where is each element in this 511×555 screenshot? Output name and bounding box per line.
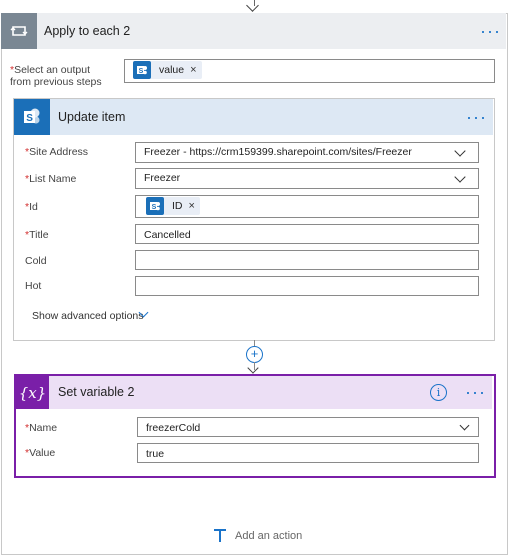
- apply-to-each-more-button[interactable]: ···: [480, 13, 501, 49]
- title-input[interactable]: Cancelled: [135, 224, 479, 244]
- sharepoint-icon: S: [14, 99, 50, 135]
- value-token-remove-button[interactable]: ×: [190, 64, 201, 76]
- chevron-down-icon: [459, 420, 470, 431]
- site-address-dropdown[interactable]: Freezer - https://crm159399.sharepoint.c…: [135, 142, 479, 163]
- site-address-label: *Site Address: [25, 146, 89, 158]
- title-label: *Title: [25, 229, 49, 241]
- list-name-label: *List Name: [25, 173, 77, 185]
- hot-input[interactable]: [135, 276, 479, 296]
- id-token[interactable]: S ID ×: [146, 197, 200, 215]
- svg-text:S: S: [26, 113, 33, 124]
- apply-to-each-title: Apply to each 2: [44, 24, 131, 38]
- insert-step-button[interactable]: +: [246, 346, 263, 363]
- value-token-label: value: [159, 64, 185, 76]
- name-value: freezerCold: [146, 422, 201, 434]
- name-label: *Name: [25, 422, 58, 434]
- info-icon[interactable]: i: [430, 384, 447, 401]
- chevron-down-icon: [454, 145, 466, 157]
- show-advanced-options-link[interactable]: Show advanced options: [32, 310, 144, 322]
- select-output-label: *Select an output from previous steps: [10, 64, 102, 88]
- update-item-more-button[interactable]: ···: [466, 99, 487, 135]
- id-input[interactable]: S ID ×: [135, 195, 479, 218]
- select-output-input[interactable]: S value ×: [124, 59, 495, 83]
- svg-text:S: S: [139, 68, 144, 75]
- value-label: *Value: [25, 447, 56, 459]
- id-token-label: ID: [172, 200, 183, 212]
- set-variable-more-button[interactable]: ···: [465, 376, 486, 409]
- chevron-down-icon: [454, 171, 466, 183]
- title-value: Cancelled: [144, 229, 191, 241]
- name-dropdown[interactable]: freezerCold: [137, 417, 479, 437]
- sharepoint-icon: S: [133, 61, 151, 79]
- arrow-down-icon: [246, 0, 259, 12]
- site-address-value: Freezer - https://crm159399.sharepoint.c…: [144, 146, 412, 158]
- add-action-button[interactable]: Add an action: [235, 530, 302, 542]
- loop-icon: [1, 13, 37, 49]
- add-action-icon[interactable]: [213, 528, 227, 542]
- update-item-title: Update item: [58, 110, 126, 124]
- variable-icon: {x}: [16, 376, 49, 409]
- id-label: *Id: [25, 201, 38, 213]
- value-token[interactable]: S value ×: [133, 61, 202, 79]
- sharepoint-icon: S: [146, 197, 164, 215]
- svg-text:S: S: [152, 204, 157, 211]
- hot-label: Hot: [25, 280, 42, 292]
- value-input[interactable]: true: [137, 443, 479, 463]
- set-variable-title: Set variable 2: [58, 385, 135, 399]
- list-name-value: Freezer: [144, 172, 181, 184]
- value-value: true: [146, 448, 165, 460]
- list-name-dropdown[interactable]: Freezer: [135, 168, 479, 189]
- cold-input[interactable]: [135, 250, 479, 270]
- cold-label: Cold: [25, 255, 47, 267]
- id-token-remove-button[interactable]: ×: [189, 196, 200, 216]
